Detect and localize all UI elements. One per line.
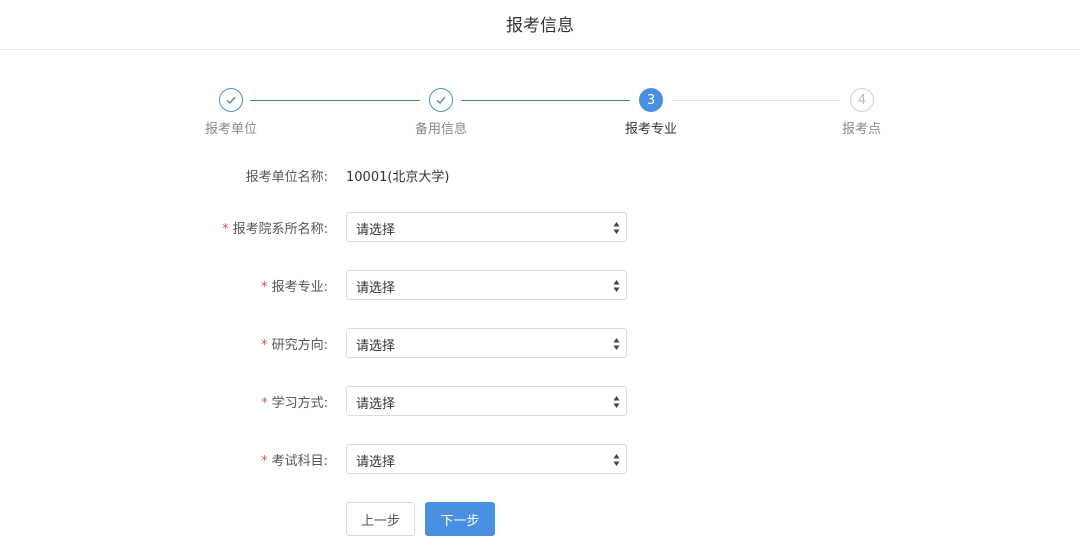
study-mode-select-value: 请选择 (356, 397, 396, 412)
major-label: * 报考专业: (261, 280, 328, 295)
required-mark: * (261, 280, 268, 295)
direction-select[interactable]: 请选择 (346, 328, 627, 358)
direction-row: * 研究方向: 请选择 (0, 328, 1080, 358)
required-mark: * (222, 222, 229, 237)
department-select-value: 请选择 (356, 223, 396, 238)
step-2-label: 备用信息 (415, 122, 468, 137)
step-3-label: 报考专业 (625, 122, 678, 137)
department-label: * 报考院系所名称: (222, 222, 328, 237)
subjects-row: * 考试科目: 请选择 (0, 444, 1080, 474)
study-mode-row: * 学习方式: 请选择 (0, 386, 1080, 416)
step-1-label: 报考单位 (205, 122, 258, 137)
required-mark: * (261, 454, 268, 469)
check-icon (226, 96, 236, 104)
step-2-circle (429, 88, 453, 112)
prev-step-button[interactable]: 上一步 (346, 502, 415, 536)
required-mark: * (261, 396, 268, 411)
next-step-button[interactable]: 下一步 (425, 502, 495, 536)
unit-value: 10001(北京大学) (346, 170, 450, 185)
department-row: * 报考院系所名称: 请选择 (0, 212, 1080, 242)
step-connector-2 (461, 100, 630, 101)
updown-arrow-icon (613, 280, 620, 292)
subjects-select[interactable]: 请选择 (346, 444, 627, 474)
study-mode-label: * 学习方式: (261, 396, 328, 411)
major-select-value: 请选择 (356, 281, 396, 296)
step-4-label: 报考点 (842, 122, 882, 137)
step-3-circle: 3 (639, 88, 663, 112)
direction-select-value: 请选择 (356, 339, 396, 354)
updown-arrow-icon (613, 454, 620, 466)
department-select[interactable]: 请选择 (346, 212, 627, 242)
step-connector-3 (672, 100, 840, 101)
updown-arrow-icon (613, 338, 620, 350)
updown-arrow-icon (613, 396, 620, 408)
required-mark: * (261, 338, 268, 353)
check-icon (436, 96, 446, 104)
updown-arrow-icon (613, 222, 620, 234)
subjects-select-value: 请选择 (356, 455, 396, 470)
unit-label: 报考单位名称: (245, 170, 328, 185)
step-4-circle: 4 (850, 88, 874, 112)
study-mode-select[interactable]: 请选择 (346, 386, 627, 416)
subjects-label: * 考试科目: (261, 454, 328, 469)
step-connector-1 (250, 100, 420, 101)
direction-label: * 研究方向: (261, 338, 328, 353)
unit-row: 报考单位名称: 10001(北京大学) (0, 160, 1080, 190)
major-select[interactable]: 请选择 (346, 270, 627, 300)
step-progress: 报考单位 备用信息 3 报考专业 4 报考点 (0, 0, 1080, 150)
major-row: * 报考专业: 请选择 (0, 270, 1080, 300)
step-1-circle (219, 88, 243, 112)
